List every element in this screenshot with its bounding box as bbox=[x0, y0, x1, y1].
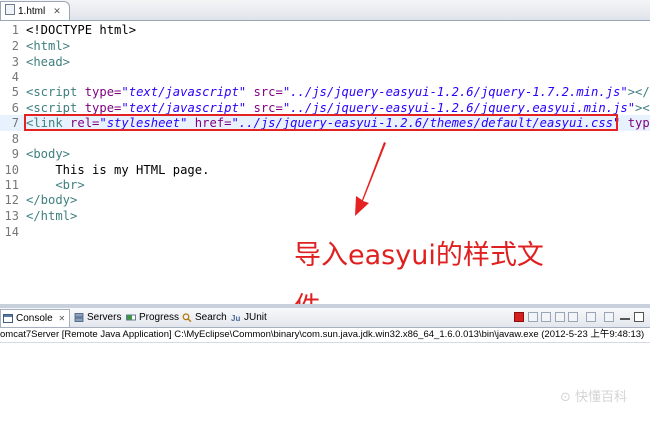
line-number: 13 bbox=[4, 209, 19, 223]
search-icon bbox=[182, 313, 192, 322]
attr-token: src= bbox=[246, 85, 283, 99]
svg-text:Ju: Ju bbox=[231, 314, 240, 322]
value-token: "../js/jquery-easyui-1.2.6/jquery.easyui… bbox=[282, 101, 636, 115]
line-number: 9 bbox=[11, 147, 19, 161]
tab-progress-label: Progress bbox=[139, 312, 180, 323]
line-number: 1 bbox=[11, 23, 19, 37]
console-icon bbox=[3, 314, 13, 323]
word-wrap-icon[interactable] bbox=[568, 312, 578, 322]
open-console-icon[interactable] bbox=[604, 312, 614, 322]
tab-servers[interactable]: Servers bbox=[72, 309, 121, 326]
tab-junit[interactable]: Ju JUnit bbox=[229, 309, 267, 326]
code-line-body-close[interactable]: </body> bbox=[26, 193, 77, 207]
line-number: 4 bbox=[11, 70, 19, 84]
value-token: "text/javascript" bbox=[121, 85, 247, 99]
code-line-text[interactable]: This is my HTML page. bbox=[26, 163, 209, 177]
annotation-arrow-icon bbox=[355, 142, 386, 216]
servers-icon bbox=[74, 313, 84, 322]
tab-search-label: Search bbox=[195, 312, 227, 323]
terminate-icon[interactable] bbox=[514, 312, 524, 322]
attr-token: src= bbox=[246, 101, 283, 115]
value-token: "text/javascript" bbox=[121, 101, 247, 115]
minimize-icon[interactable] bbox=[620, 312, 630, 320]
console-status-line: omcat7Server [Remote Java Application] C… bbox=[0, 328, 650, 343]
editor-tab-1-html[interactable]: 1.html ✕ bbox=[0, 1, 70, 20]
scroll-lock-icon[interactable] bbox=[555, 312, 565, 322]
tag-token: <script bbox=[26, 101, 78, 115]
line-number: 11 bbox=[4, 178, 19, 192]
line-number: 2 bbox=[11, 39, 19, 53]
attr-token: type= bbox=[77, 101, 122, 115]
close-console-icon[interactable]: ✕ bbox=[58, 314, 65, 323]
console-tab-bar: Console ✕ Servers Progress Search Ju JUn… bbox=[0, 308, 650, 328]
code-line-html-close[interactable]: </html> bbox=[26, 209, 77, 223]
tab-servers-label: Servers bbox=[87, 312, 122, 323]
line-number: 14 bbox=[4, 225, 19, 239]
pin-console-icon[interactable] bbox=[586, 312, 596, 322]
code-line-body-open[interactable]: <body> bbox=[26, 147, 70, 161]
attr-token: type= bbox=[77, 85, 122, 99]
code-line-html-open[interactable]: <html> bbox=[26, 39, 70, 53]
tab-junit-label: JUnit bbox=[244, 312, 267, 323]
line-number: 3 bbox=[11, 55, 19, 69]
editor-tab-label: 1.html bbox=[18, 6, 46, 17]
value-token: "../js/jquery-easyui-1.2.6/jquery-1.7.2.… bbox=[282, 85, 628, 99]
tag-token: ></sc bbox=[635, 101, 650, 115]
line-number: 8 bbox=[11, 132, 19, 146]
remove-launch-icon[interactable] bbox=[528, 312, 538, 322]
close-tab-icon[interactable]: ✕ bbox=[53, 6, 61, 16]
line-number: 12 bbox=[4, 193, 19, 207]
html-file-icon bbox=[5, 4, 15, 15]
tab-progress[interactable]: Progress bbox=[124, 309, 179, 326]
junit-icon: Ju bbox=[231, 314, 240, 322]
code-line-doctype[interactable]: <!DOCTYPE html> bbox=[26, 23, 136, 37]
watermark: ⊙ 快懂百科 bbox=[560, 390, 628, 405]
progress-icon bbox=[126, 314, 136, 321]
code-line-script-jquery[interactable]: <script type="text/javascript" src="../j… bbox=[26, 85, 650, 99]
console-output[interactable] bbox=[0, 343, 650, 443]
code-line-head-open[interactable]: <head> bbox=[26, 55, 70, 69]
tab-search[interactable]: Search bbox=[180, 309, 227, 326]
code-line-script-easyui[interactable]: <script type="text/javascript" src="../j… bbox=[26, 101, 650, 115]
line-number: 10 bbox=[4, 163, 19, 177]
line-number: 7 bbox=[11, 116, 19, 130]
maximize-icon[interactable] bbox=[634, 312, 644, 322]
clear-console-icon[interactable] bbox=[541, 312, 551, 322]
code-line-br[interactable]: <br> bbox=[26, 178, 84, 192]
editor-tab-bar: 1.html ✕ bbox=[0, 0, 650, 21]
highlight-box bbox=[24, 114, 618, 131]
line-number: 5 bbox=[11, 85, 19, 99]
attr-token: type= bbox=[627, 116, 650, 130]
tag-token: ></scr bbox=[627, 85, 650, 99]
tag-token: <script bbox=[26, 85, 78, 99]
tab-console[interactable]: Console ✕ bbox=[0, 309, 71, 327]
tab-console-label: Console bbox=[16, 313, 53, 324]
line-number: 6 bbox=[11, 101, 19, 115]
